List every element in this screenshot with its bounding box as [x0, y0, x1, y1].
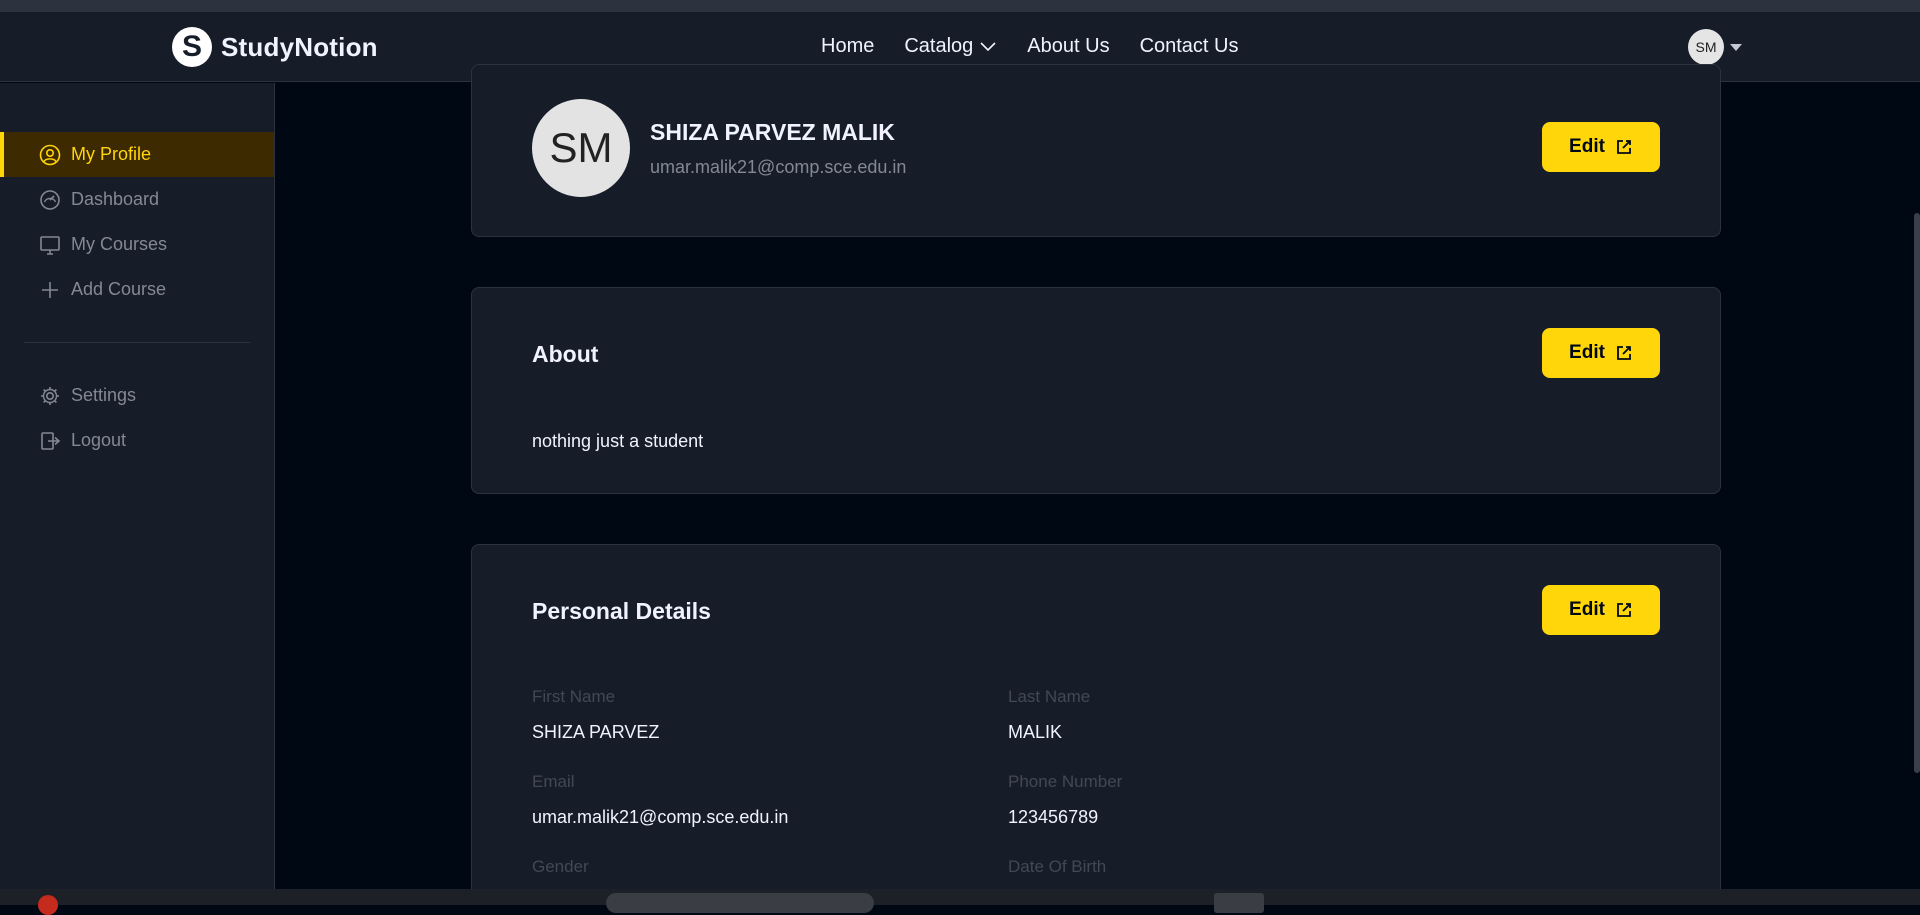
last-name-label: Last Name	[1008, 687, 1091, 706]
about-text: nothing just a student	[532, 431, 704, 451]
profile-card: SM SHIZA PARVEZ MALIK umar.malik21@comp.…	[471, 64, 1721, 237]
sidebar-item-settings[interactable]: Settings	[0, 373, 274, 418]
sidebar-item-label: Dashboard	[71, 189, 160, 209]
sidebar-item-label: Add Course	[71, 279, 167, 299]
nav-home-link[interactable]: Home	[821, 35, 874, 58]
edit-about-button[interactable]: Edit	[1542, 328, 1660, 378]
profile-email: umar.malik21@comp.sce.edu.in	[650, 157, 907, 177]
first-name-value: SHIZA PARVEZ	[532, 722, 660, 742]
dashboard-gauge-icon	[39, 189, 61, 211]
email-value: umar.malik21@comp.sce.edu.in	[532, 807, 789, 827]
nav-contact-link[interactable]: Contact Us	[1140, 35, 1239, 58]
logout-icon	[39, 430, 61, 452]
sidebar-item-my-courses[interactable]: My Courses	[0, 222, 274, 267]
user-circle-icon	[39, 144, 61, 166]
dob-label: Date Of Birth	[1008, 857, 1107, 876]
edit-profile-button[interactable]: Edit	[1542, 122, 1660, 172]
personal-details-card: Personal Details Edit First Name SHIZA P…	[471, 544, 1721, 905]
about-card: About nothing just a student Edit	[471, 287, 1721, 494]
edit-icon	[1617, 140, 1631, 154]
edit-button-label: Edit	[1569, 136, 1605, 157]
about-title: About	[532, 341, 599, 367]
sidebar-item-label: My Profile	[71, 144, 152, 164]
email-label: Email	[532, 772, 575, 791]
page-scrollbar[interactable]	[1914, 213, 1920, 773]
os-taskbar	[0, 889, 1920, 915]
first-name-label: First Name	[532, 687, 616, 706]
nav-about-link[interactable]: About Us	[1027, 35, 1109, 58]
sidebar-item-logout[interactable]: Logout	[0, 418, 274, 463]
gear-icon	[39, 385, 61, 407]
sidebar-item-my-profile[interactable]: My Profile	[0, 132, 274, 177]
gender-label: Gender	[532, 857, 589, 876]
sidebar: My Profile Dashboard My Courses Add Cour…	[0, 83, 275, 889]
sidebar-item-label: Logout	[71, 430, 127, 450]
chevron-down-icon	[980, 41, 996, 51]
taskbar-app-icon[interactable]	[1214, 893, 1264, 913]
phone-value: 123456789	[1008, 807, 1099, 827]
profile-avatar: SM	[532, 99, 630, 197]
avatar: SM	[1688, 29, 1724, 65]
monitor-icon	[39, 234, 61, 256]
caret-down-icon	[1730, 43, 1742, 51]
sidebar-item-label: Settings	[71, 385, 137, 405]
edit-button-label: Edit	[1569, 599, 1605, 620]
notification-badge-icon	[38, 895, 58, 915]
edit-button-label: Edit	[1569, 342, 1605, 363]
browser-top-strip	[0, 0, 1920, 12]
phone-label: Phone Number	[1008, 772, 1123, 791]
sidebar-item-label: My Courses	[71, 234, 168, 254]
profile-menu[interactable]: SM	[1688, 29, 1742, 65]
sidebar-item-add-course[interactable]: Add Course	[0, 267, 274, 312]
nav-catalog-label: Catalog	[904, 35, 974, 57]
brand-name: StudyNotion	[221, 31, 378, 62]
nav-links: Home Catalog About Us Contact Us	[821, 35, 1239, 58]
sidebar-divider	[24, 342, 250, 343]
sidebar-item-dashboard[interactable]: Dashboard	[0, 177, 274, 222]
profile-name: SHIZA PARVEZ MALIK	[650, 119, 895, 145]
brand-logo[interactable]: S StudyNotion	[172, 27, 378, 67]
taskbar-search-box[interactable]	[606, 893, 874, 913]
last-name-value: MALIK	[1008, 722, 1063, 742]
edit-icon	[1617, 603, 1631, 617]
edit-icon	[1617, 346, 1631, 360]
nav-catalog-dropdown[interactable]: Catalog	[904, 35, 997, 58]
logo-mark-icon: S	[172, 27, 212, 67]
personal-details-title: Personal Details	[532, 598, 711, 624]
edit-personal-details-button[interactable]: Edit	[1542, 585, 1660, 635]
plus-icon	[39, 279, 61, 301]
